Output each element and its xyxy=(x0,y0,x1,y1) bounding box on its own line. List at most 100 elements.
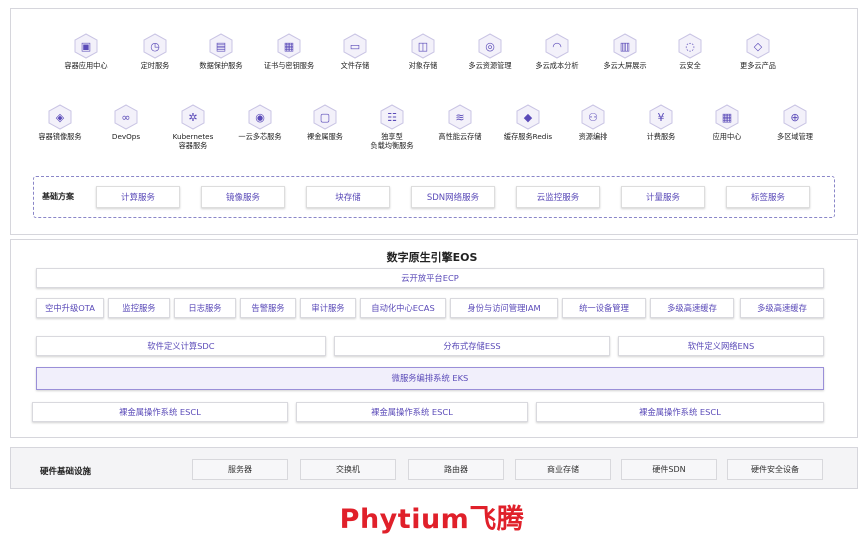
service-cloud-security[interactable]: ◌ 云安全 xyxy=(654,33,726,70)
svg-text:∞: ∞ xyxy=(121,111,130,124)
service-app-center[interactable]: ▦ 应用中心 xyxy=(691,104,763,141)
service-label: 容器镜像服务 xyxy=(38,132,82,141)
service-object-storage[interactable]: ◫ 对象存储 xyxy=(387,33,459,70)
svg-text:▢: ▢ xyxy=(320,111,330,124)
service-scheduler[interactable]: ◷ 定时服务 xyxy=(119,33,191,70)
hw-sdn[interactable]: 硬件SDN xyxy=(621,459,717,480)
file-storage-icon: ▭ xyxy=(343,33,367,59)
service-bare-metal[interactable]: ▢ 裸金属服务 xyxy=(289,104,361,141)
hw-router[interactable]: 路由器 xyxy=(408,459,504,480)
data-protect-icon: ▤ xyxy=(209,33,233,59)
cube-icon: ◇ xyxy=(746,33,770,59)
service-label: 计费服务 xyxy=(646,132,676,141)
hw-switch[interactable]: 交换机 xyxy=(300,459,396,480)
service-hp-storage[interactable]: ≋ 高性能云存储 xyxy=(424,104,496,141)
hw-storage[interactable]: 商业存储 xyxy=(515,459,611,480)
service-multichip[interactable]: ◉ 一云多芯服务 xyxy=(224,104,296,141)
basic-item-block-storage[interactable]: 块存储 xyxy=(306,186,390,208)
eos-log[interactable]: 日志服务 xyxy=(174,298,236,318)
service-multi-region[interactable]: ⊕ 多区域管理 xyxy=(759,104,831,141)
service-label: 更多云产品 xyxy=(740,61,776,70)
service-redis[interactable]: ◆ 缓存服务Redis xyxy=(492,104,564,141)
svg-text:◎: ◎ xyxy=(485,40,495,53)
eos-cache-1[interactable]: 多级高速缓存 xyxy=(650,298,734,318)
container-app-icon: ▣ xyxy=(74,33,98,59)
bare-metal-icon: ▢ xyxy=(313,104,337,130)
service-load-balancer[interactable]: ☷ 独享型 负载均衡服务 xyxy=(356,104,428,150)
service-devops[interactable]: ∞ DevOps xyxy=(90,104,162,141)
svg-text:◫: ◫ xyxy=(418,40,428,53)
object-storage-icon: ◫ xyxy=(411,33,435,59)
eos-ens[interactable]: 软件定义网络ENS xyxy=(618,336,824,356)
orchestration-icon: ⚇ xyxy=(581,104,605,130)
service-cost-analysis[interactable]: ◠ 多云成本分析 xyxy=(521,33,593,70)
eos-escl-3[interactable]: 裸金属操作系统 ESCL xyxy=(536,402,824,422)
service-label: 多云大屏展示 xyxy=(603,61,647,70)
service-billing[interactable]: ¥ 计费服务 xyxy=(625,104,697,141)
svg-text:≋: ≋ xyxy=(455,111,464,124)
eos-alert[interactable]: 告警服务 xyxy=(240,298,296,318)
multichip-icon: ◉ xyxy=(248,104,272,130)
eos-device-mgmt[interactable]: 统一设备管理 xyxy=(562,298,646,318)
app-center-icon: ▦ xyxy=(715,104,739,130)
service-file-storage[interactable]: ▭ 文件存储 xyxy=(319,33,391,70)
eos-audit[interactable]: 审计服务 xyxy=(300,298,356,318)
basic-item-sdn[interactable]: SDN网络服务 xyxy=(411,186,495,208)
basic-item-metering[interactable]: 计量服务 xyxy=(621,186,705,208)
eos-sdc[interactable]: 软件定义计算SDC xyxy=(36,336,326,356)
service-label: 缓存服务Redis xyxy=(503,132,553,141)
service-label: 多云资源管理 xyxy=(468,61,512,70)
service-data-protect[interactable]: ▤ 数据保护服务 xyxy=(185,33,257,70)
basic-solution-row: 基础方案 计算服务 镜像服务 块存储 SDN网络服务 云监控服务 计量服务 标签… xyxy=(33,176,835,218)
service-cube[interactable]: ◇ 更多云产品 xyxy=(722,33,794,70)
svg-text:◌: ◌ xyxy=(685,40,695,53)
eos-escl-2[interactable]: 裸金属操作系统 ESCL xyxy=(296,402,528,422)
hw-server[interactable]: 服务器 xyxy=(192,459,288,480)
container-image-icon: ◈ xyxy=(48,104,72,130)
eos-ess[interactable]: 分布式存储ESS xyxy=(334,336,610,356)
multi-region-icon: ⊕ xyxy=(783,104,807,130)
service-kubernetes[interactable]: ✲ Kubernetes 容器服务 xyxy=(157,104,229,150)
ecp-bar[interactable]: 云开放平台ECP xyxy=(36,268,824,288)
svg-text:¥: ¥ xyxy=(658,111,665,124)
basic-item-compute[interactable]: 计算服务 xyxy=(96,186,180,208)
eos-ecas[interactable]: 自动化中心ECAS xyxy=(360,298,446,318)
hp-storage-icon: ≋ xyxy=(448,104,472,130)
svg-text:▣: ▣ xyxy=(81,40,91,53)
service-label: 证书与密钥服务 xyxy=(263,61,315,70)
certificate-icon: ▦ xyxy=(277,33,301,59)
hw-security[interactable]: 硬件安全设备 xyxy=(727,459,823,480)
service-multicloud-resource[interactable]: ◎ 多云资源管理 xyxy=(454,33,526,70)
service-dashboard[interactable]: ▥ 多云大屏展示 xyxy=(589,33,661,70)
svg-text:▦: ▦ xyxy=(284,40,294,53)
basic-item-tag[interactable]: 标签服务 xyxy=(726,186,810,208)
svg-text:◠: ◠ xyxy=(552,40,562,53)
basic-solution-title: 基础方案 xyxy=(42,192,74,201)
eos-cache-2[interactable]: 多级高速缓存 xyxy=(740,298,824,318)
svg-text:◉: ◉ xyxy=(255,111,265,124)
service-container-image[interactable]: ◈ 容器镜像服务 xyxy=(24,104,96,141)
eos-ota[interactable]: 空中升级OTA xyxy=(36,298,104,318)
service-certificate[interactable]: ▦ 证书与密钥服务 xyxy=(253,33,325,70)
eos-iam[interactable]: 身份与访问管理IAM xyxy=(450,298,558,318)
phytium-logo: Phytium飞腾 xyxy=(339,504,525,535)
eos-eks[interactable]: 微服务编排系统 EKS xyxy=(36,367,824,390)
dashboard-icon: ▥ xyxy=(613,33,637,59)
eos-monitor[interactable]: 监控服务 xyxy=(108,298,170,318)
cost-analysis-icon: ◠ xyxy=(545,33,569,59)
service-label: 多区域管理 xyxy=(777,132,813,141)
svg-text:◈: ◈ xyxy=(56,111,65,124)
service-container-app[interactable]: ▣ 容器应用中心 xyxy=(50,33,122,70)
eos-escl-1[interactable]: 裸金属操作系统 ESCL xyxy=(32,402,288,422)
load-balancer-icon: ☷ xyxy=(380,104,404,130)
service-label: 裸金属服务 xyxy=(307,132,343,141)
scheduler-icon: ◷ xyxy=(143,33,167,59)
basic-item-monitor[interactable]: 云监控服务 xyxy=(516,186,600,208)
svg-text:⚇: ⚇ xyxy=(588,111,598,124)
service-orchestration[interactable]: ⚇ 资源编排 xyxy=(557,104,629,141)
basic-item-image[interactable]: 镜像服务 xyxy=(201,186,285,208)
billing-icon: ¥ xyxy=(649,104,673,130)
service-label: 定时服务 xyxy=(140,61,170,70)
redis-icon: ◆ xyxy=(516,104,540,130)
devops-icon: ∞ xyxy=(114,104,138,130)
